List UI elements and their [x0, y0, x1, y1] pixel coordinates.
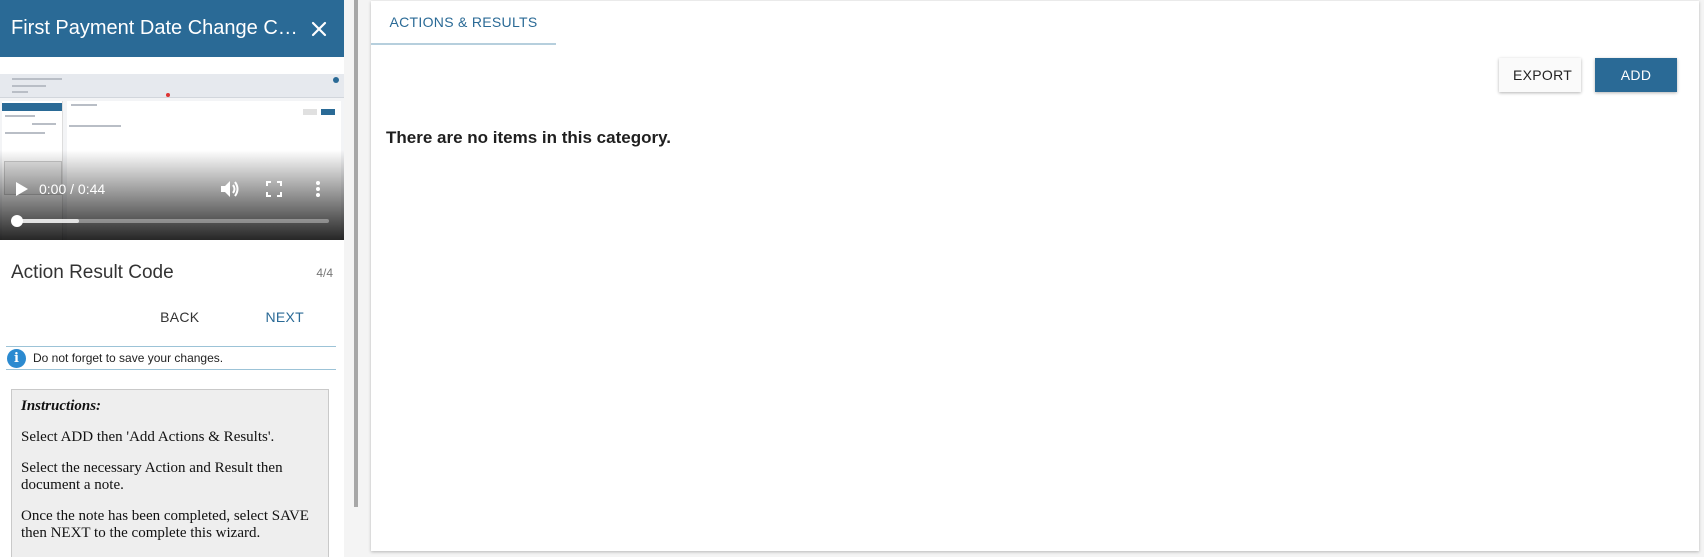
add-button[interactable]: ADD [1595, 58, 1677, 92]
wizard-title: First Payment Date Change Co… [11, 17, 305, 39]
instruction-line: Once the note has been completed, select… [21, 508, 309, 541]
step-header: Action Result Code 4/4 [0, 262, 344, 284]
back-button[interactable]: BACK [140, 303, 219, 331]
instruction-line: Select the necessary Action and Result t… [21, 460, 283, 493]
wizard-panel: First Payment Date Change Co… 0:00 / 0:4… [0, 0, 344, 557]
instruction-line: Select ADD then 'Add Actions & Results'. [21, 429, 275, 445]
instructions-box: Instructions: Select ADD then 'Add Actio… [11, 389, 329, 557]
panel-splitter[interactable] [354, 0, 358, 507]
video-buffered [16, 219, 79, 223]
video-time: 0:00 / 0:44 [39, 181, 106, 197]
instructions-heading: Instructions: [21, 398, 102, 414]
video-scrubber[interactable] [11, 215, 23, 227]
close-icon[interactable] [305, 15, 333, 43]
more-vert-icon[interactable] [305, 176, 331, 202]
main-panel: ACTIONS & RESULTS EXPORT ADD There are n… [371, 1, 1699, 551]
volume-icon[interactable] [217, 176, 243, 202]
step-count: 4/4 [316, 266, 333, 280]
save-reminder: i Do not forget to save your changes. [6, 346, 336, 370]
fullscreen-icon[interactable] [261, 176, 287, 202]
wizard-navigation: BACK NEXT [0, 303, 344, 331]
empty-state-message: There are no items in this category. [386, 128, 671, 147]
play-icon[interactable] [9, 176, 35, 202]
wizard-header: First Payment Date Change Co… [0, 0, 344, 57]
info-icon: i [7, 348, 26, 368]
app: First Payment Date Change Co… 0:00 / 0:4… [0, 0, 1704, 557]
tab-actions-results[interactable]: ACTIONS & RESULTS [371, 1, 556, 45]
step-title: Action Result Code [11, 262, 174, 283]
toolbar: EXPORT ADD [1499, 58, 1677, 92]
save-reminder-text: Do not forget to save your changes. [33, 351, 224, 365]
next-button[interactable]: NEXT [245, 303, 324, 331]
export-button[interactable]: EXPORT [1499, 58, 1581, 92]
video-controls: 0:00 / 0:44 [0, 172, 344, 206]
video-player[interactable]: 0:00 / 0:44 [0, 74, 344, 240]
video-progress-bar[interactable] [11, 215, 329, 227]
